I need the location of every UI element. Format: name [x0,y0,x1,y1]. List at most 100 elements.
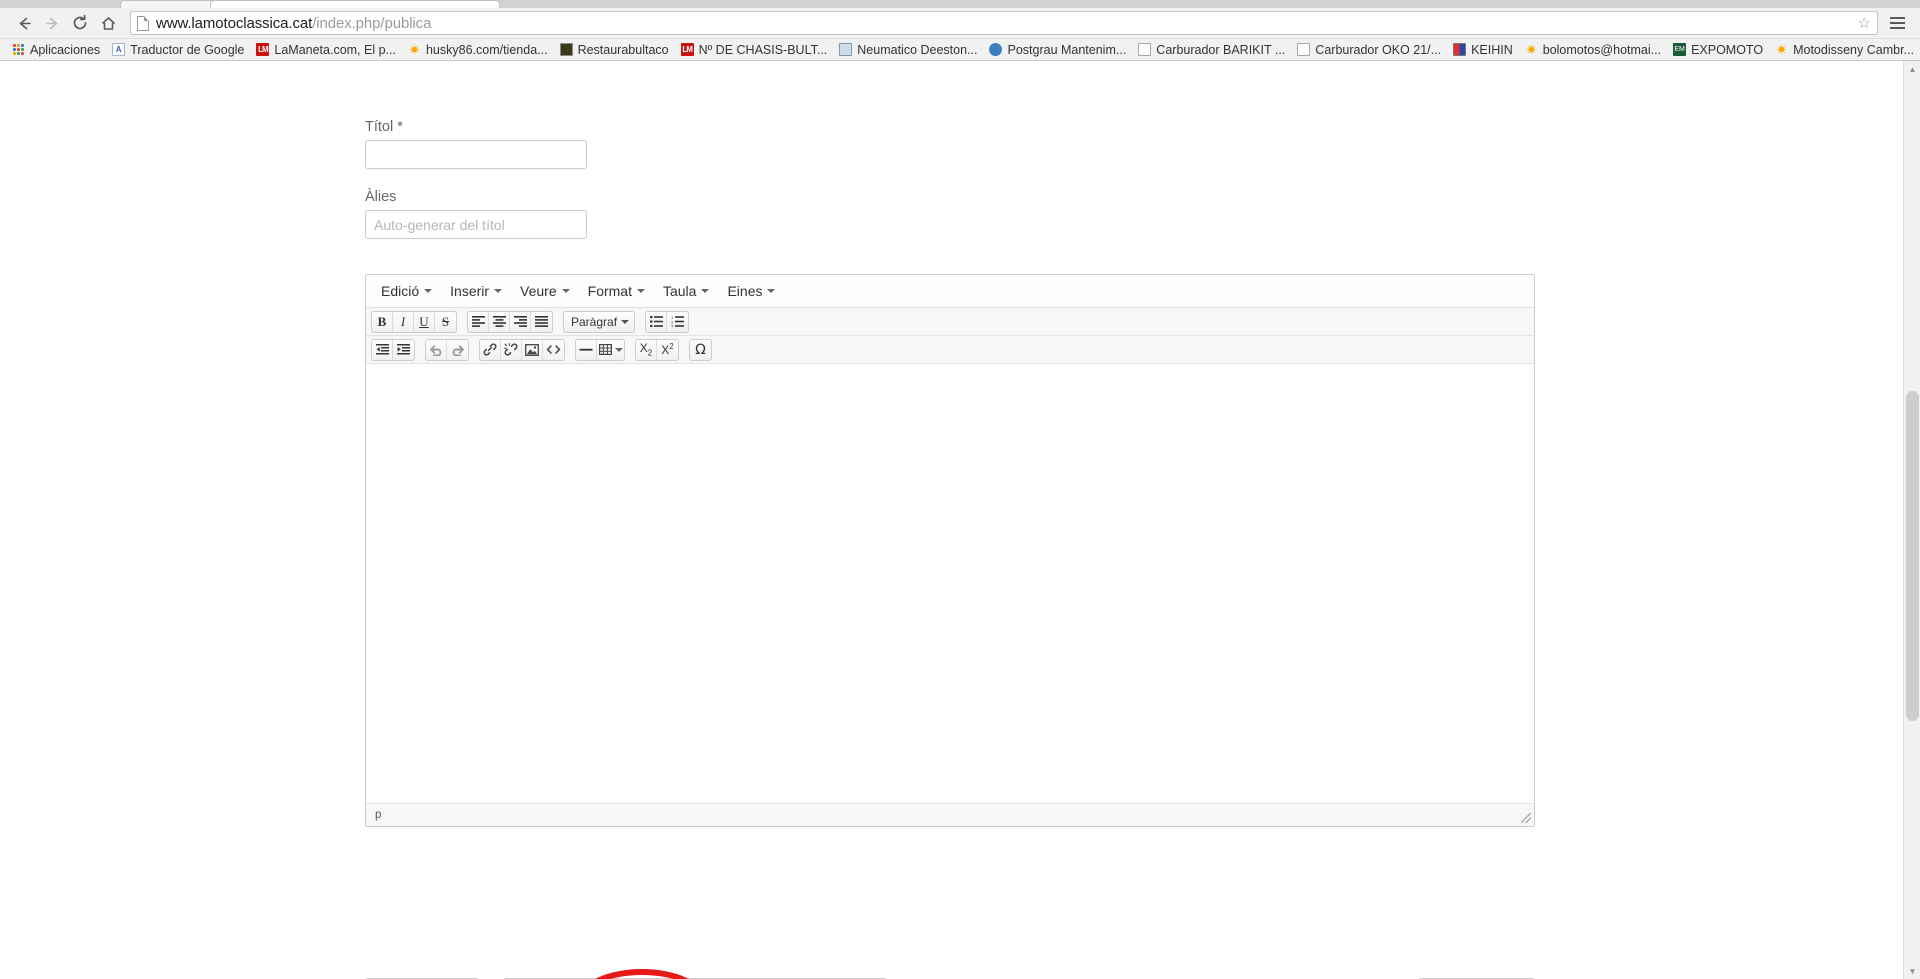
special-char-group: Ω [689,338,712,361]
title-label: Títol * [365,119,403,135]
undo-icon[interactable] [426,339,447,360]
subscript-icon[interactable]: X2 [636,339,657,360]
restaurabultaco-icon [559,43,573,56]
bookmark-label: husky86.com/tienda... [425,42,548,57]
code-icon[interactable] [543,340,564,360]
menu-label: Inserir [450,283,490,299]
keihin-icon [1453,43,1467,56]
menu-taula[interactable]: Taula [654,279,718,303]
menu-eines[interactable]: Eines [718,279,784,303]
bookmark-item[interactable]: EM EXPOMOTO [1667,40,1769,60]
bullet-list-icon[interactable] [646,311,667,332]
superscript-icon[interactable]: X2 [657,340,678,360]
bookmark-label: Carburador BARIKIT ... [1156,42,1286,57]
bold-button[interactable]: B [372,311,393,332]
menu-format[interactable]: Format [579,279,654,303]
home-icon[interactable] [94,10,122,36]
lamaneta-icon: LM [680,43,694,56]
omega-icon[interactable]: Ω [690,340,711,360]
hamburger-menu-icon[interactable] [1884,10,1910,36]
bookmark-label: Nº DE CHASIS-BULT... [698,42,828,57]
bookmark-item[interactable]: ✳ husky86.com/tienda... [402,40,554,60]
menu-label: Eines [727,283,763,299]
bookmark-label: Motodisseny Cambr... [1793,42,1914,57]
bookmark-label: Neumatico Deeston... [857,42,978,57]
bookmark-item[interactable]: ✳ bolomotos@hotmai... [1519,40,1667,60]
bookmark-item[interactable]: LM LaManeta.com, El p... [250,40,402,60]
bookmark-item[interactable]: Aplicaciones [6,40,106,60]
alias-label: Àlies [365,189,397,205]
tab-strip[interactable] [0,0,1920,8]
bookmark-item[interactable]: Postgrau Mantenim... [983,40,1132,60]
alias-input[interactable] [365,210,587,239]
redo-icon[interactable] [447,340,468,360]
underline-button[interactable]: U [414,311,435,332]
lamaneta-icon: LM [256,43,270,56]
menu-label: Format [587,283,632,299]
insert-group [479,338,565,361]
sun-star-icon: ✳ [1775,42,1789,57]
bookmark-item[interactable]: A Traductor de Google [106,40,250,60]
align-justify-icon[interactable] [531,312,552,332]
bookmark-item[interactable]: LM Nº DE CHASIS-BULT... [675,40,834,60]
chevron-down-icon [494,289,503,293]
unlink-icon[interactable] [501,339,522,360]
editor-content-area[interactable] [366,364,1534,804]
bookmark-label: Carburador OKO 21/... [1315,42,1442,57]
browser-chrome: www.lamotoclassica.cat/index.php/publica… [0,0,1920,61]
navigation-bar: www.lamotoclassica.cat/index.php/publica… [0,8,1920,38]
chevron-down-icon [636,289,645,293]
text-format-group: B I U S [371,310,457,333]
scroll-down-icon[interactable]: ▼ [1904,963,1920,979]
chevron-down-icon [614,347,623,352]
chevron-down-icon [621,319,629,324]
alignment-group [467,310,553,333]
bookmark-label: KEIHIN [1471,42,1513,57]
table-icon[interactable] [597,340,624,360]
editor-toolbar-row-1: B I U S Paràgraf 1 2 3 [366,308,1534,336]
forward-icon[interactable] [38,10,66,36]
script-group: X2 X2 [635,338,679,361]
apps-grid-icon [12,43,25,56]
align-right-icon[interactable] [510,311,531,332]
strikethrough-button[interactable]: S [435,312,456,332]
resize-grip[interactable] [1521,813,1531,823]
star-icon[interactable]: ☆ [1858,14,1871,32]
url-text: www.lamotoclassica.cat/index.php/publica [156,15,431,32]
menu-veure[interactable]: Veure [511,279,579,303]
page-scrollbar[interactable]: ▲ ▼ [1903,61,1920,979]
element-path[interactable]: p [375,809,381,821]
italic-button[interactable]: I [393,311,414,332]
indent-group [371,338,415,361]
title-field-group: Títol * [365,119,1535,169]
bookmark-label: LaManeta.com, El p... [274,42,396,57]
bookmark-item[interactable]: Neumatico Deeston... [833,40,983,60]
block-format-select[interactable]: Paràgraf [563,310,635,333]
address-bar[interactable]: www.lamotoclassica.cat/index.php/publica… [130,11,1878,35]
indent-icon[interactable] [393,340,414,360]
outdent-icon[interactable] [372,339,393,360]
objects-group [575,338,625,361]
browser-tab-active[interactable] [210,0,500,8]
bookmark-item[interactable]: ✳ Motodisseny Cambr... [1769,40,1920,60]
bookmark-item[interactable]: Carburador OKO 21/... [1291,40,1447,60]
menu-edicio[interactable]: Edició [372,279,441,303]
bookmark-item[interactable]: Restaurabultaco [554,40,675,60]
back-icon[interactable] [10,10,38,36]
url-host: www.lamotoclassica.cat [156,14,313,32]
reload-icon[interactable] [66,10,94,36]
bookmark-label: bolomotos@hotmai... [1542,42,1662,57]
link-icon[interactable] [480,339,501,360]
menu-label: Edició [381,283,420,299]
horizontal-rule-icon[interactable] [576,339,597,360]
align-left-icon[interactable] [468,311,489,332]
menu-inserir[interactable]: Inserir [441,279,511,303]
scrollbar-thumb[interactable] [1906,391,1919,721]
image-icon[interactable] [522,339,543,360]
numbered-list-icon[interactable]: 123 [667,312,688,332]
bookmark-item[interactable]: Carburador BARIKIT ... [1132,40,1291,60]
scroll-up-icon[interactable]: ▲ [1904,61,1920,78]
bookmark-item[interactable]: KEIHIN [1447,40,1519,60]
title-input[interactable] [365,140,587,169]
align-center-icon[interactable] [489,311,510,332]
